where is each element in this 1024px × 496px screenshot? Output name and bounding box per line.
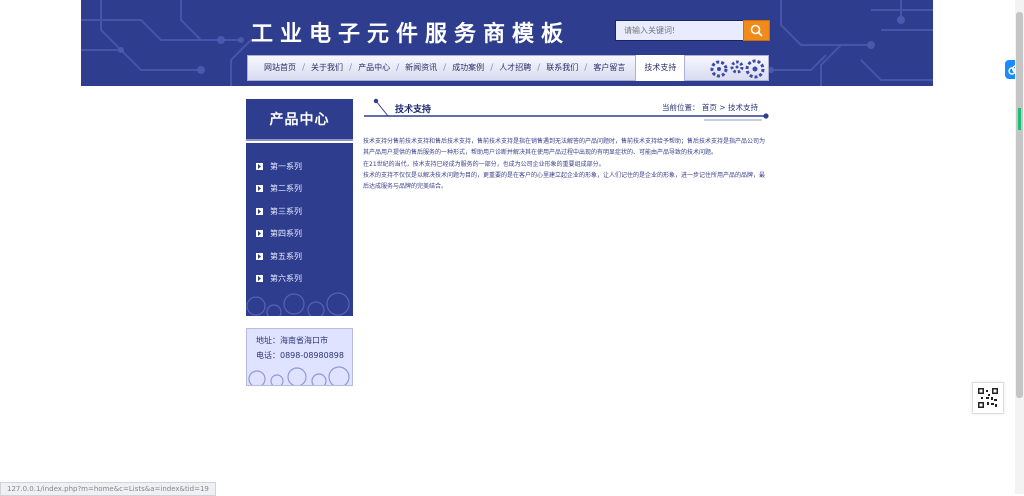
sidebar-item-series-3[interactable]: 第三系列 <box>246 200 353 223</box>
article-paragraph: 技术支持分售前技术支持和售后技术支持，售前技术支持是指在销售遇到无法解答的产品问… <box>363 138 766 157</box>
sidebar-item-label: 第六系列 <box>270 274 302 284</box>
nav-item-support[interactable]: 技术支持 <box>635 55 686 81</box>
sidebar-item-label: 第一系列 <box>270 161 302 171</box>
sidebar-item-series-5[interactable]: 第五系列 <box>246 245 353 268</box>
article-body: 技术支持分售前技术支持和售后技术支持，售前技术支持是指在销售遇到无法解答的产品问… <box>363 136 768 192</box>
breadcrumb: 当前位置： 首页 > 技术支持 <box>662 102 758 113</box>
page-title: 技术支持 <box>395 105 432 115</box>
breadcrumb-current[interactable]: 技术支持 <box>728 103 758 112</box>
gear-decoration <box>248 366 350 385</box>
nav-item-home[interactable]: 网站首页 <box>258 55 302 81</box>
sidebar-item-label: 第五系列 <box>270 251 302 261</box>
sidebar-item-series-4[interactable]: 第四系列 <box>246 223 353 246</box>
breadcrumb-home[interactable]: 首页 <box>702 103 717 112</box>
search-icon <box>750 24 763 37</box>
sidebar-item-label: 第三系列 <box>270 206 302 216</box>
arrow-right-icon <box>256 162 263 170</box>
qr-code-widget[interactable] <box>972 382 1004 414</box>
sidebar-item-label: 第二系列 <box>270 184 302 194</box>
main-nav: 网站首页 / 关于我们 / 产品中心 / 新闻资讯 / 成功案例 / 人才招聘 … <box>247 55 769 81</box>
arrow-right-icon <box>256 252 263 260</box>
breadcrumb-prefix: 当前位置： <box>662 103 700 112</box>
contact-box: 地址：海南省海口市 电话：0898-08980898 <box>246 328 353 386</box>
nav-item-news[interactable]: 新闻资讯 <box>399 55 443 81</box>
sidebar-title: 产品中心 <box>246 99 353 139</box>
nav-item-cases[interactable]: 成功案例 <box>446 55 490 81</box>
search-box <box>615 20 770 41</box>
contact-phone: 电话：0898-08980898 <box>256 351 344 360</box>
sidebar-item-series-2[interactable]: 第二系列 <box>246 178 353 201</box>
sidebar-divider <box>246 139 353 141</box>
arrow-right-icon <box>256 275 263 283</box>
site-header: 工业电子元件服务商模板 网站首页 / 关于我们 / 产品中心 / 新闻资讯 / … <box>81 0 933 86</box>
scrollbar[interactable] <box>1015 0 1024 494</box>
nav-item-contact[interactable]: 联系我们 <box>540 55 584 81</box>
arrow-right-icon <box>256 230 263 238</box>
nav-item-message[interactable]: 客户留言 <box>587 55 631 81</box>
sidebar-item-series-1[interactable]: 第一系列 <box>246 155 353 178</box>
arrow-right-icon <box>256 185 263 193</box>
sidebar-category-list: 第一系列 第二系列 第三系列 第四系列 第五系列 第六系列 <box>246 143 353 316</box>
article-paragraph: 在21世纪的当代，技术支持已经成为服务的一部分，也成为公司企业形象的重要组成部分… <box>363 160 605 168</box>
search-input[interactable] <box>616 22 742 39</box>
arrow-right-icon <box>256 207 263 215</box>
nav-item-jobs[interactable]: 人才招聘 <box>493 55 537 81</box>
gear-decoration <box>246 292 350 316</box>
article-paragraph: 技术的支持不仅仅是以解决技术问题为目的，更重要的是在客户的心里建立起企业的形象，… <box>363 171 766 191</box>
nav-item-about[interactable]: 关于我们 <box>305 55 349 81</box>
contact-address: 地址：海南省海口市 <box>256 336 328 345</box>
site-title: 工业电子元件服务商模板 <box>251 21 571 47</box>
qr-code-icon <box>978 388 998 408</box>
breadcrumb-separator: > <box>719 103 726 112</box>
nav-item-products[interactable]: 产品中心 <box>352 55 396 81</box>
gear-icon <box>710 59 765 79</box>
scrollbar-thumb[interactable] <box>1016 12 1023 398</box>
search-button[interactable] <box>743 20 770 41</box>
sidebar-item-label: 第四系列 <box>270 229 302 239</box>
scroll-marker <box>1018 108 1021 130</box>
